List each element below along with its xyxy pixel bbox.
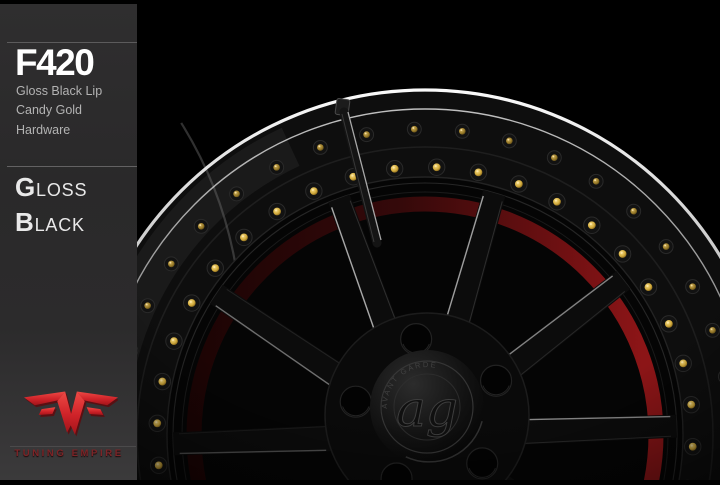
model-name: F420: [15, 44, 93, 83]
spec-line-1: Gloss Black Lip: [16, 82, 137, 101]
spec-line-2: Candy Gold Hardware: [16, 101, 137, 140]
info-panel: F420 Gloss Black Lip Candy Gold Hardware…: [0, 4, 137, 480]
spec-lines: Gloss Black Lip Candy Gold Hardware: [16, 82, 137, 140]
finish-word-gloss: GLOSS: [15, 174, 87, 200]
brand-divider: [10, 446, 136, 447]
finish-label: GLOSS BLACK: [15, 174, 87, 244]
divider: [7, 166, 137, 167]
tuning-empire-logo-icon: [24, 388, 118, 440]
finish-word-black: BLACK: [15, 209, 87, 235]
brand-wordmark: TUNING EMPIRE: [5, 448, 133, 459]
